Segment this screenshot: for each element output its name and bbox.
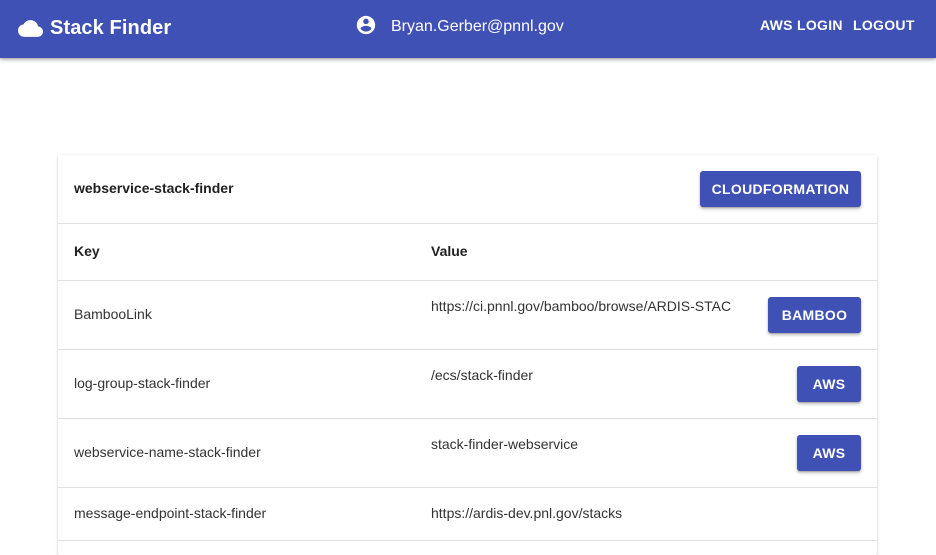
aws-button[interactable]: AWS [797,435,861,471]
column-header-key: Key [74,243,100,259]
row-key: BambooLink [74,306,152,322]
app-bar: Stack Finder Bryan.Gerber@pnnl.gov AWS L… [0,0,936,58]
row-key: message-endpoint-stack-finder [74,505,267,521]
user-info: Bryan.Gerber@pnnl.gov [355,15,564,39]
brand[interactable]: Stack Finder [18,14,171,42]
cloudformation-button[interactable]: CLOUDFORMATION [700,171,861,207]
stack-card: webservice-stack-finder CLOUDFORMATION K… [58,155,877,555]
row-value: stack-finder-webservice [431,436,579,452]
row-value: https://ardis-dev.pnl.gov/stacks [431,505,623,521]
table-row: message-endpoint-stack-finder https://ar… [58,488,877,541]
row-value: https://ci.pnnl.gov/bamboo/browse/ARDIS-… [431,298,732,314]
stack-name: webservice-stack-finder [74,180,234,196]
account-circle-icon [355,14,377,41]
row-key: webservice-name-stack-finder [74,444,261,460]
aws-button[interactable]: AWS [797,366,861,402]
logout-button[interactable]: LOGOUT [853,17,915,33]
app-title: Stack Finder [50,16,172,39]
column-header-value: Value [431,243,468,259]
cloud-icon [18,16,43,41]
aws-login-button[interactable]: AWS LOGIN [760,17,843,33]
table-header: Key Value [58,224,877,281]
table-row: log-group-stack-finder /ecs/stack-finder… [58,350,877,419]
bamboo-button[interactable]: BAMBOO [768,297,861,333]
row-key: log-group-stack-finder [74,375,211,391]
table-row: BambooLink https://ci.pnnl.gov/bamboo/br… [58,281,877,350]
stack-header: webservice-stack-finder CLOUDFORMATION [58,155,877,224]
table-row: webservice-name-stack-finder stack-finde… [58,419,877,488]
user-email: Bryan.Gerber@pnnl.gov [391,18,564,35]
row-value: /ecs/stack-finder [431,367,533,383]
